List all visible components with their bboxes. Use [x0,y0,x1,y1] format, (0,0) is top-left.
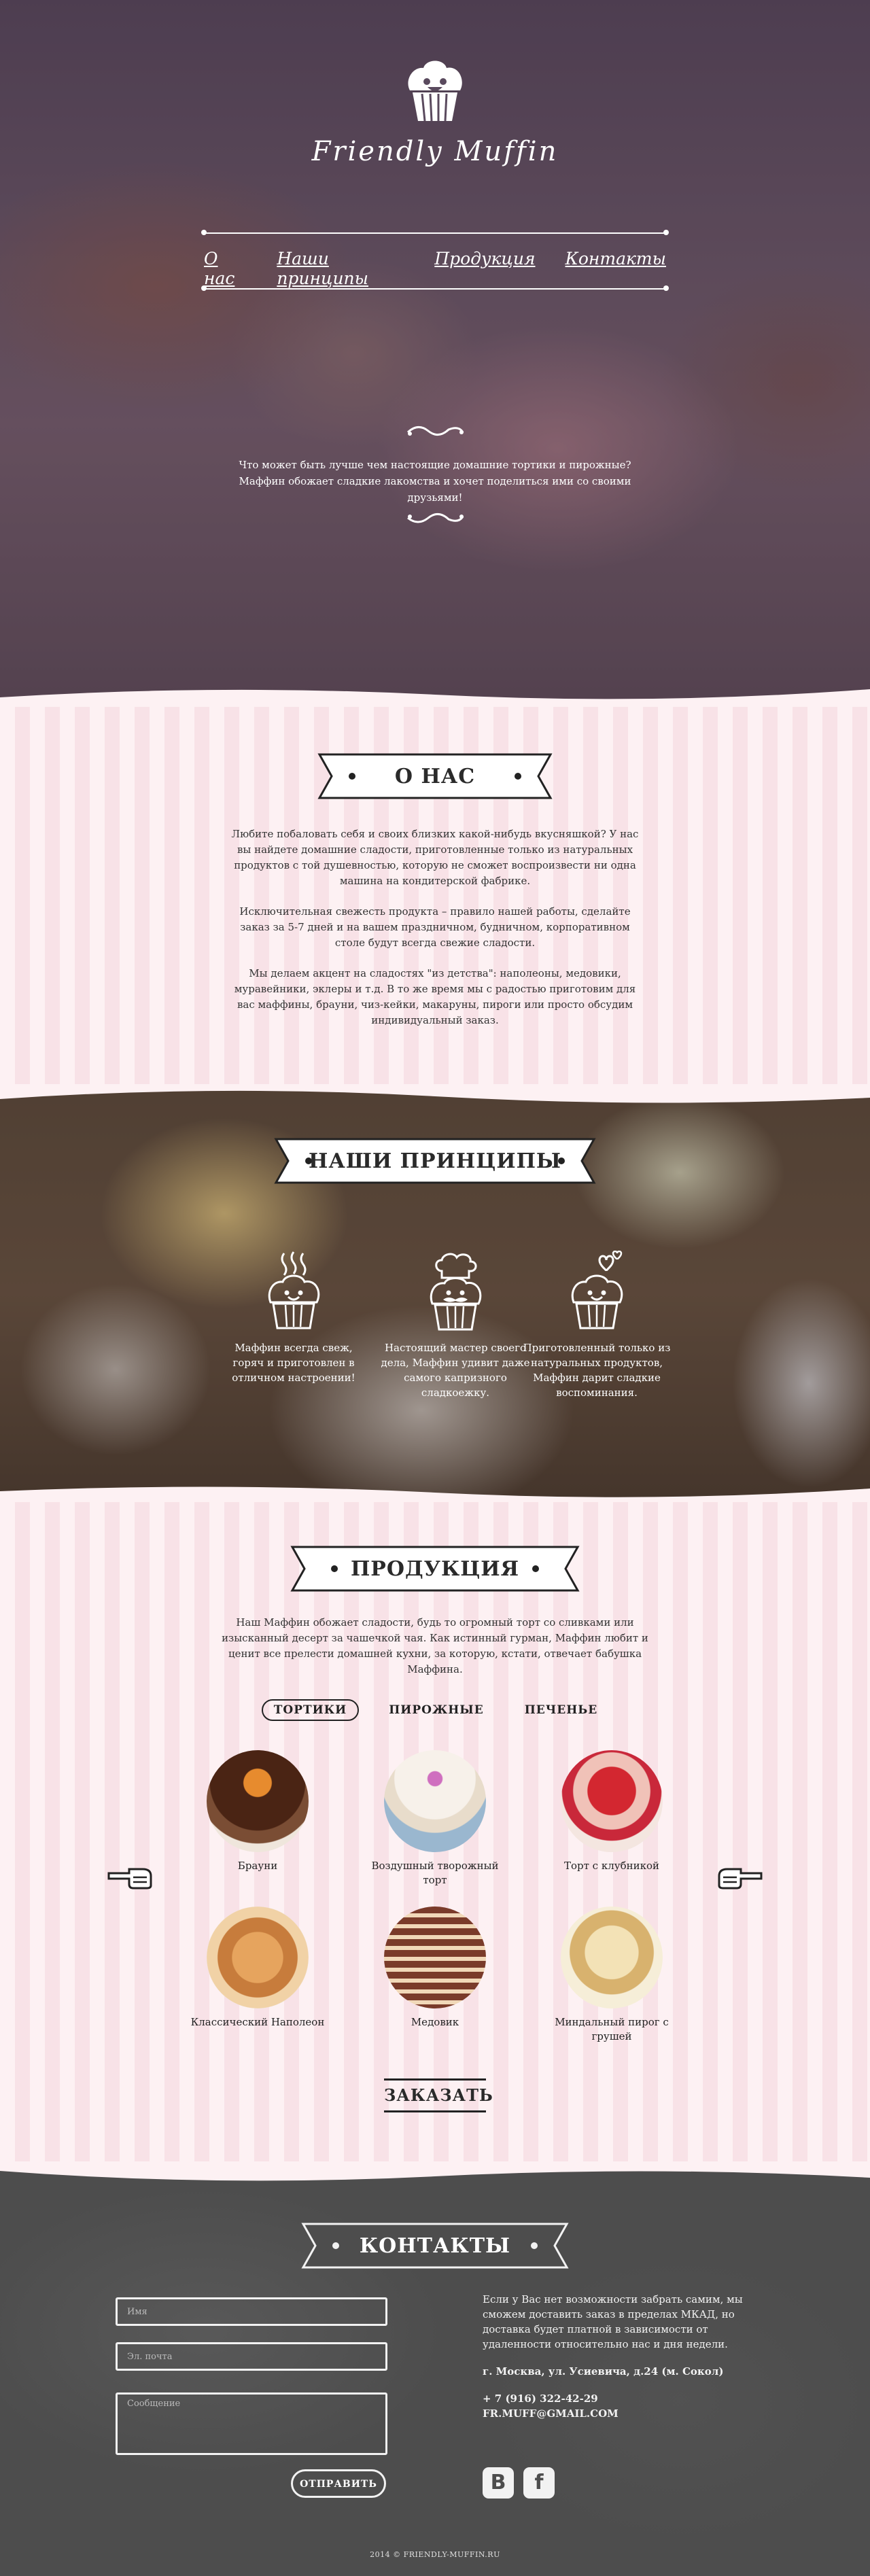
nav-dot [663,285,669,291]
product-image-brownie[interactable] [207,1750,309,1852]
nav-link-products[interactable]: Продукция [434,249,535,288]
product-image-strawberry-cake[interactable] [561,1750,663,1852]
about-paragraph: Исключительная свежесть продукта – прави… [239,905,631,949]
email-text[interactable]: FR.MUFF@GMAIL.COM [483,2406,754,2421]
product-image-napoleon[interactable] [207,1907,309,2008]
principles-title-banner: НАШИ ПРИНЦИПЫ [271,1136,599,1185]
about-paragraph: Любите побаловать себя и своих близких к… [231,828,639,887]
nav-link-contacts[interactable]: Контакты [566,249,666,288]
products-intro: Наш Маффин обожает сладости, будь то огр… [222,1616,648,1675]
nav-divider-top [204,232,666,234]
nav-link-about[interactable]: О нас [204,249,247,288]
contact-info: Если у Вас нет возможности забрать самим… [483,2292,754,2421]
flourish-bottom-icon [407,513,464,523]
product-name: Воздушный творожный торт [371,1860,499,1886]
product-card[interactable]: Торт с клубникой [544,1750,680,1873]
nav-dot [201,285,207,291]
product-card[interactable]: Классический Наполеон [190,1907,326,2030]
nav-dot [201,230,207,235]
product-image-cheesecake[interactable] [384,1750,486,1852]
muffin-logo-icon [408,60,462,122]
principle-text: Настоящий мастер своего дела, Маффин уди… [381,1342,530,1399]
email-input[interactable] [116,2342,387,2371]
flourish-top-icon [406,426,464,436]
principles-wave-bottom [0,1486,870,1502]
hero-section: Friendly Muffin О нас Наши принципы Прод… [0,0,870,707]
principle-text: Приготовленный только из натуральных про… [523,1342,671,1399]
main-nav: О нас Наши принципы Продукция Контакты [204,249,666,288]
principle-text: Маффин всегда свеж, горяч и приготовлен … [232,1342,355,1384]
principle-item: Маффин всегда свеж, горяч и приготовлен … [219,1251,368,1385]
name-input[interactable] [116,2297,387,2326]
send-button[interactable]: ОТПРАВИТЬ [291,2469,386,2498]
message-input[interactable] [116,2392,387,2455]
about-title: О НАС [394,764,476,788]
contacts-title-banner: КОНТАКТЫ [298,2221,572,2270]
principles-title: НАШИ ПРИНЦИПЫ [309,1149,561,1173]
contacts-title: КОНТАКТЫ [359,2233,511,2258]
principle-item: Настоящий мастер своего дела, Маффин уди… [381,1251,530,1400]
products-title: ПРОДУКЦИЯ [350,1556,520,1581]
products-title-banner: ПРОДУКЦИЯ [287,1544,583,1593]
product-name: Брауни [237,1860,278,1872]
principles-wave-top [0,1084,870,1103]
nav-divider-bottom [204,288,666,290]
about-paragraph: Мы делаем акцент на сладостях "из детств… [234,967,636,1026]
product-tabs: ТОРТИКИ ПИРОЖНЫЕ ПЕЧЕНЬЕ [261,1699,597,1721]
contacts-wave-top [0,2161,870,2181]
product-image-almond-pie[interactable] [561,1907,663,2008]
logo-text[interactable]: Friendly Muffin [0,136,870,167]
product-name: Миндальный пирог с грушей [555,2016,669,2042]
chef-muffin-icon [430,1253,482,1331]
product-card[interactable]: Брауни [190,1750,326,1873]
delivery-text: Если у Вас нет возможности забрать самим… [483,2293,743,2350]
hand-pointer-right-icon[interactable] [716,1864,764,1891]
about-text: Любите побаловать себя и своих близких к… [231,826,639,1043]
product-name: Торт с клубникой [563,1860,660,1872]
product-name: Классический Наполеон [190,2016,325,2028]
hot-muffin-icon [268,1251,320,1329]
love-muffin-icon [571,1251,623,1329]
nav-dot [663,230,669,235]
tab-cakes[interactable]: ТОРТИКИ [261,1699,360,1721]
principle-item: Приготовленный только из натуральных про… [522,1251,672,1400]
facebook-icon[interactable]: f [523,2467,555,2499]
product-name: Медовик [411,2016,459,2028]
hero-intro-text: Что может быть лучше чем настоящие домаш… [239,459,631,504]
address-text: г. Москва, ул. Усиевича, д.24 (м. Сокол) [483,2365,724,2378]
product-card[interactable]: Медовик [367,1907,503,2030]
order-button[interactable]: ЗАКАЗАТЬ [384,2078,493,2112]
phone-text[interactable]: + 7 (916) 322-42-29 [483,2391,754,2406]
footer-copyright: 2014 © FRIENDLY-MUFFIN.RU [370,2550,500,2559]
about-title-banner: О НАС [314,752,556,801]
product-card[interactable]: Миндальный пирог с грушей [544,1907,680,2044]
vk-icon[interactable]: В [483,2467,514,2499]
product-image-medovik[interactable] [384,1907,486,2008]
hand-pointer-left-icon[interactable] [106,1864,154,1891]
product-card[interactable]: Воздушный творожный торт [367,1750,503,1887]
tab-pastries[interactable]: ПИРОЖНЫЕ [378,1701,494,1720]
tab-cookies[interactable]: ПЕЧЕНЬЕ [514,1701,609,1720]
hero-wave [0,689,870,707]
nav-link-principles[interactable]: Наши принципы [277,249,404,288]
